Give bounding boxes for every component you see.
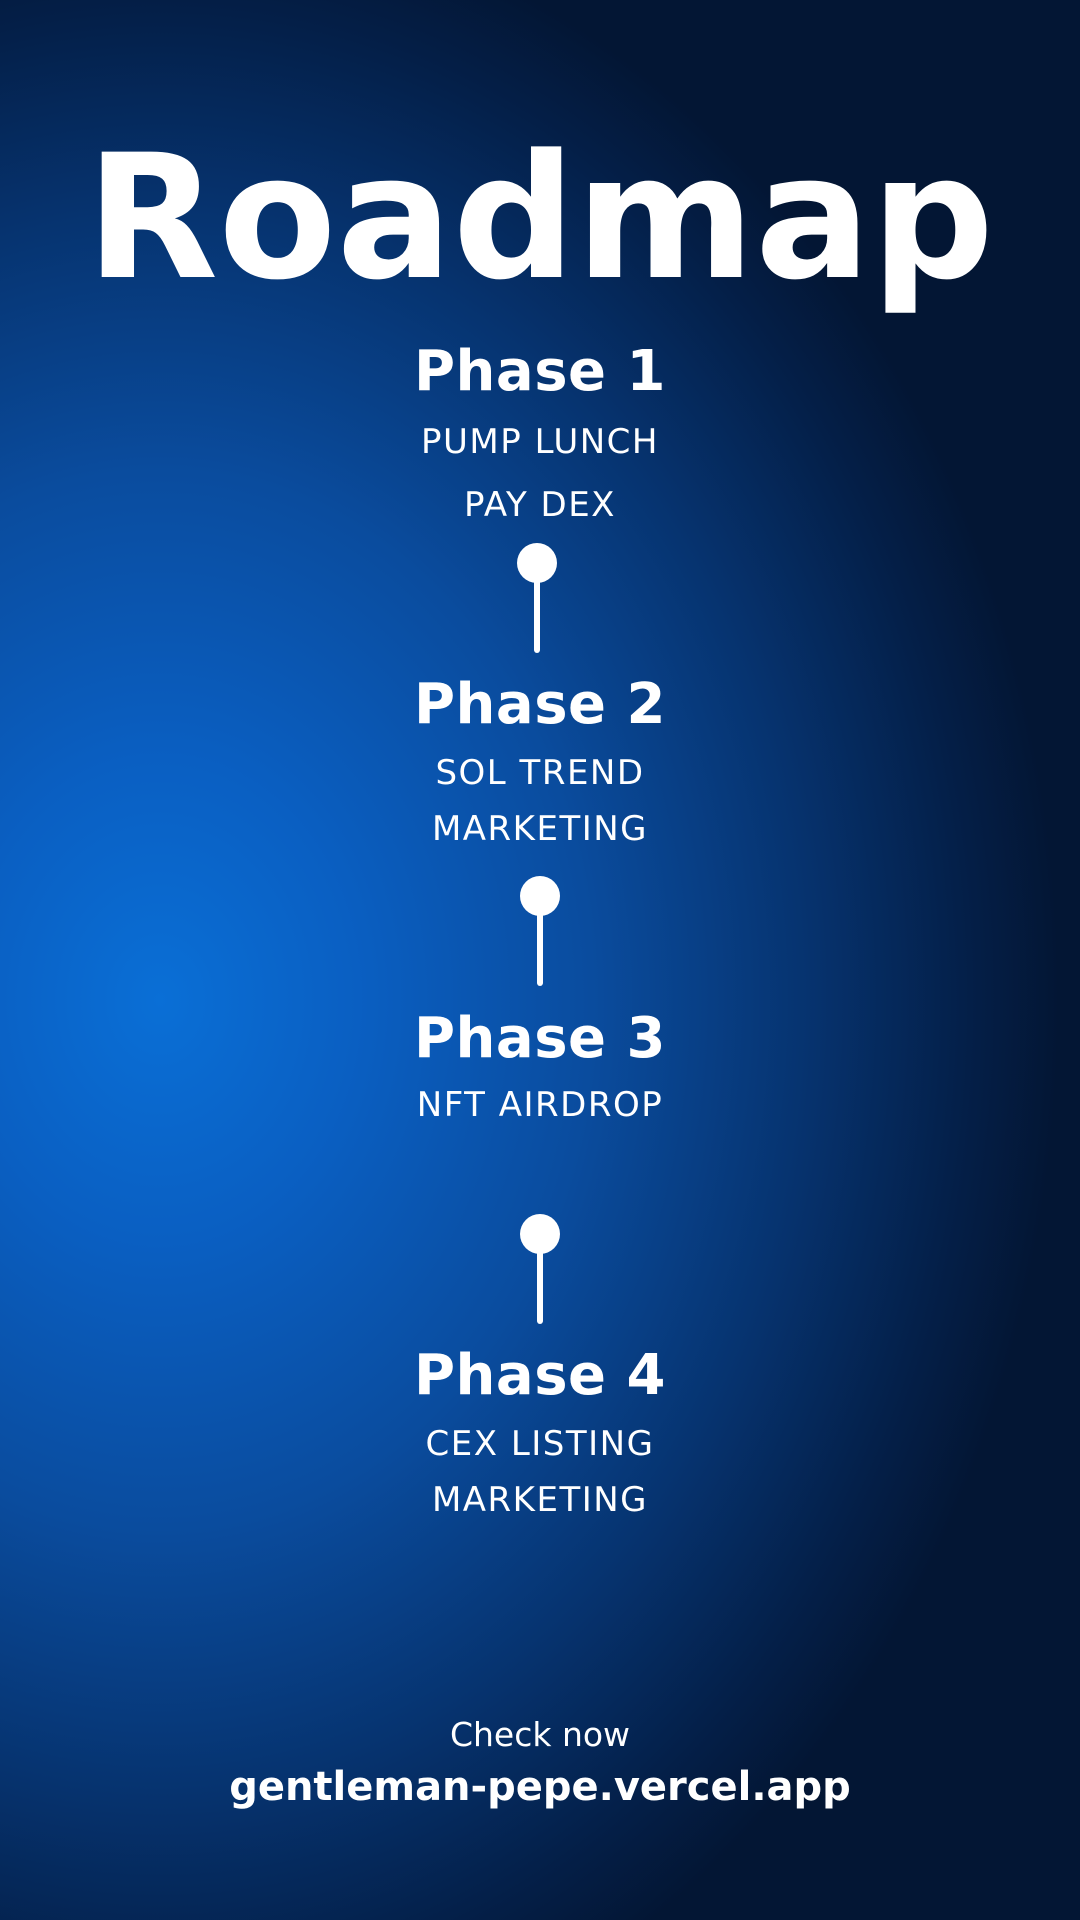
phase-2: Phase 2 SOL TREND MARKETING — [0, 673, 1080, 857]
pin-stem — [534, 563, 540, 653]
phase-3-title: Phase 3 — [414, 1006, 666, 1071]
phase-3-item: NFT AIRDROP — [416, 1085, 664, 1125]
site-url-link[interactable]: gentleman-pepe.vercel.app — [0, 1759, 1080, 1815]
phase-4-item: MARKETING — [431, 1480, 649, 1520]
phase-2-item: SOL TREND — [435, 753, 645, 793]
page-title: Roadmap — [85, 117, 995, 318]
check-now-text: Check now — [449, 1715, 631, 1754]
phase-1-item: PAY DEX — [464, 485, 616, 525]
phase-1-title: Phase 1 — [414, 339, 666, 404]
phase-2-title: Phase 2 — [414, 672, 666, 737]
timeline-pin-icon — [520, 876, 560, 986]
pin-stem — [537, 896, 543, 986]
footer: Check now gentleman-pepe.vercel.app — [0, 1713, 1080, 1815]
pin-stem — [537, 1234, 543, 1324]
timeline-pin-icon — [517, 543, 557, 653]
timeline-pin-icon — [520, 1214, 560, 1324]
phase-4-item: CEX LISTING — [425, 1424, 655, 1464]
phase-1: Phase 1 PUMP LUNCH PAY DEX — [0, 340, 1080, 533]
phase-4-title: Phase 4 — [414, 1343, 666, 1408]
phase-3: Phase 3 NFT AIRDROP — [0, 1007, 1080, 1133]
phase-2-item: MARKETING — [431, 809, 649, 849]
phase-1-item: PUMP LUNCH — [421, 422, 659, 462]
phase-4: Phase 4 CEX LISTING MARKETING — [0, 1344, 1080, 1528]
